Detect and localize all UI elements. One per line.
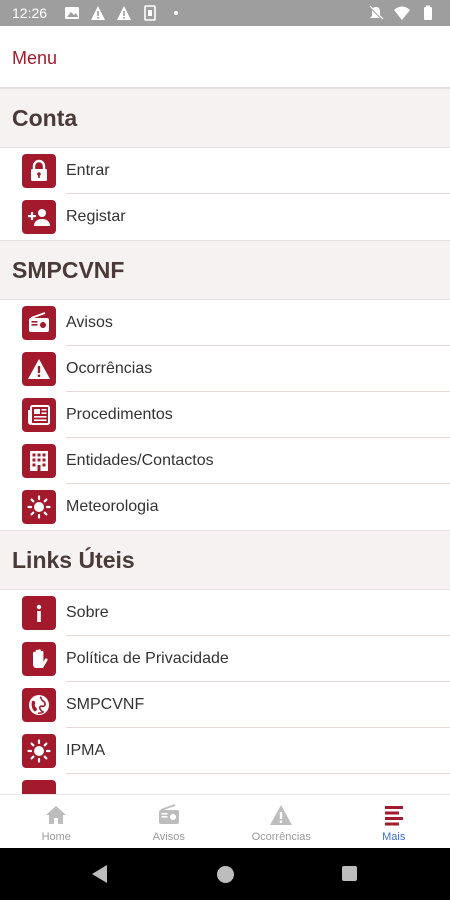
status-icons-left: [64, 5, 184, 21]
menu-item-ipma[interactable]: IPMA: [0, 728, 450, 774]
info-icon: [22, 596, 56, 630]
bottom-nav: Home Avisos Ocorrências Mais: [0, 794, 450, 848]
partial-icon: [22, 780, 56, 794]
menu-item-label: IPMA: [66, 728, 450, 774]
app-bar: Menu: [0, 26, 450, 88]
section-header-conta: Conta: [0, 88, 450, 148]
newspaper-icon: [22, 398, 56, 432]
home-circle-icon[interactable]: [217, 866, 234, 883]
lock-icon: [22, 154, 56, 188]
sun-icon: [22, 490, 56, 524]
menu-item-avisos[interactable]: Avisos: [0, 300, 450, 346]
section-header-smpcvnf: SMPCVNF: [0, 240, 450, 300]
nav-mais[interactable]: Mais: [338, 795, 450, 848]
nav-label: Avisos: [152, 831, 185, 843]
radio-icon: [22, 306, 56, 340]
nav-label: Mais: [382, 831, 406, 843]
add-user-icon: [22, 200, 56, 234]
nav-home[interactable]: Home: [0, 795, 113, 848]
menu-item-label: Ocorrências: [66, 346, 450, 392]
hand-icon: [22, 642, 56, 676]
alert-icon: [91, 6, 105, 20]
menu-item-smpcvnf-link[interactable]: SMPCVNF: [0, 682, 450, 728]
menu-item-entrar[interactable]: Entrar: [0, 148, 450, 194]
system-nav-bar: [0, 848, 450, 900]
warning-icon: [270, 805, 293, 825]
globe-icon: [22, 688, 56, 722]
battery-icon: [424, 5, 432, 20]
menu-item-registar[interactable]: Registar: [0, 194, 450, 240]
dot-icon: [174, 11, 178, 15]
menu-item-label: Procedimentos: [66, 392, 450, 438]
building-icon: [22, 444, 56, 478]
alert-icon: [117, 6, 131, 20]
status-bar: 12:26: [0, 0, 450, 26]
nav-label: Ocorrências: [251, 831, 311, 843]
menu-item-label: Entidades/Contactos: [66, 438, 450, 484]
page-title: Menu: [12, 48, 58, 68]
home-icon: [46, 806, 67, 824]
menu-item-label: SMPCVNF: [66, 682, 450, 728]
section-title: SMPCVNF: [12, 256, 125, 283]
menu-item-entidades-contactos[interactable]: Entidades/Contactos: [0, 438, 450, 484]
menu-item-label: Registar: [66, 208, 126, 225]
gallery-icon: [65, 7, 79, 19]
radio-icon: [158, 804, 179, 824]
recent-apps-icon[interactable]: [342, 866, 357, 881]
menu-list[interactable]: Conta Entrar Registar SMPCVNF Avisos Oco…: [0, 88, 450, 794]
status-icons-right: [368, 5, 436, 21]
back-icon[interactable]: [92, 865, 107, 883]
nav-label: Home: [41, 831, 71, 843]
menu-item-partial[interactable]: [0, 774, 450, 794]
nav-ocorrencias[interactable]: Ocorrências: [225, 795, 338, 848]
menu-item-ocorrencias[interactable]: Ocorrências: [0, 346, 450, 392]
warning-icon: [22, 352, 56, 386]
menu-icon: [384, 806, 403, 826]
nav-avisos[interactable]: Avisos: [113, 795, 226, 848]
status-time: 12:26: [12, 5, 48, 21]
menu-item-politica-privacidade[interactable]: Política de Privacidade: [0, 636, 450, 682]
menu-item-sobre[interactable]: Sobre: [0, 590, 450, 636]
menu-item-label: Entrar: [66, 148, 450, 194]
wifi-icon: [394, 6, 410, 20]
menu-item-procedimentos[interactable]: Procedimentos: [0, 392, 450, 438]
menu-item-label: Avisos: [66, 300, 450, 346]
menu-item-label: Meteorologia: [66, 498, 159, 515]
sun-icon: [22, 734, 56, 768]
sim-icon: [144, 5, 156, 21]
menu-item-meteorologia[interactable]: Meteorologia: [0, 484, 450, 530]
menu-item-label: Política de Privacidade: [66, 636, 450, 682]
mute-icon: [369, 5, 384, 20]
section-header-links-uteis: Links Úteis: [0, 530, 450, 590]
menu-item-label: Sobre: [66, 590, 450, 636]
section-title: Conta: [12, 104, 78, 131]
section-title: Links Úteis: [12, 546, 135, 573]
